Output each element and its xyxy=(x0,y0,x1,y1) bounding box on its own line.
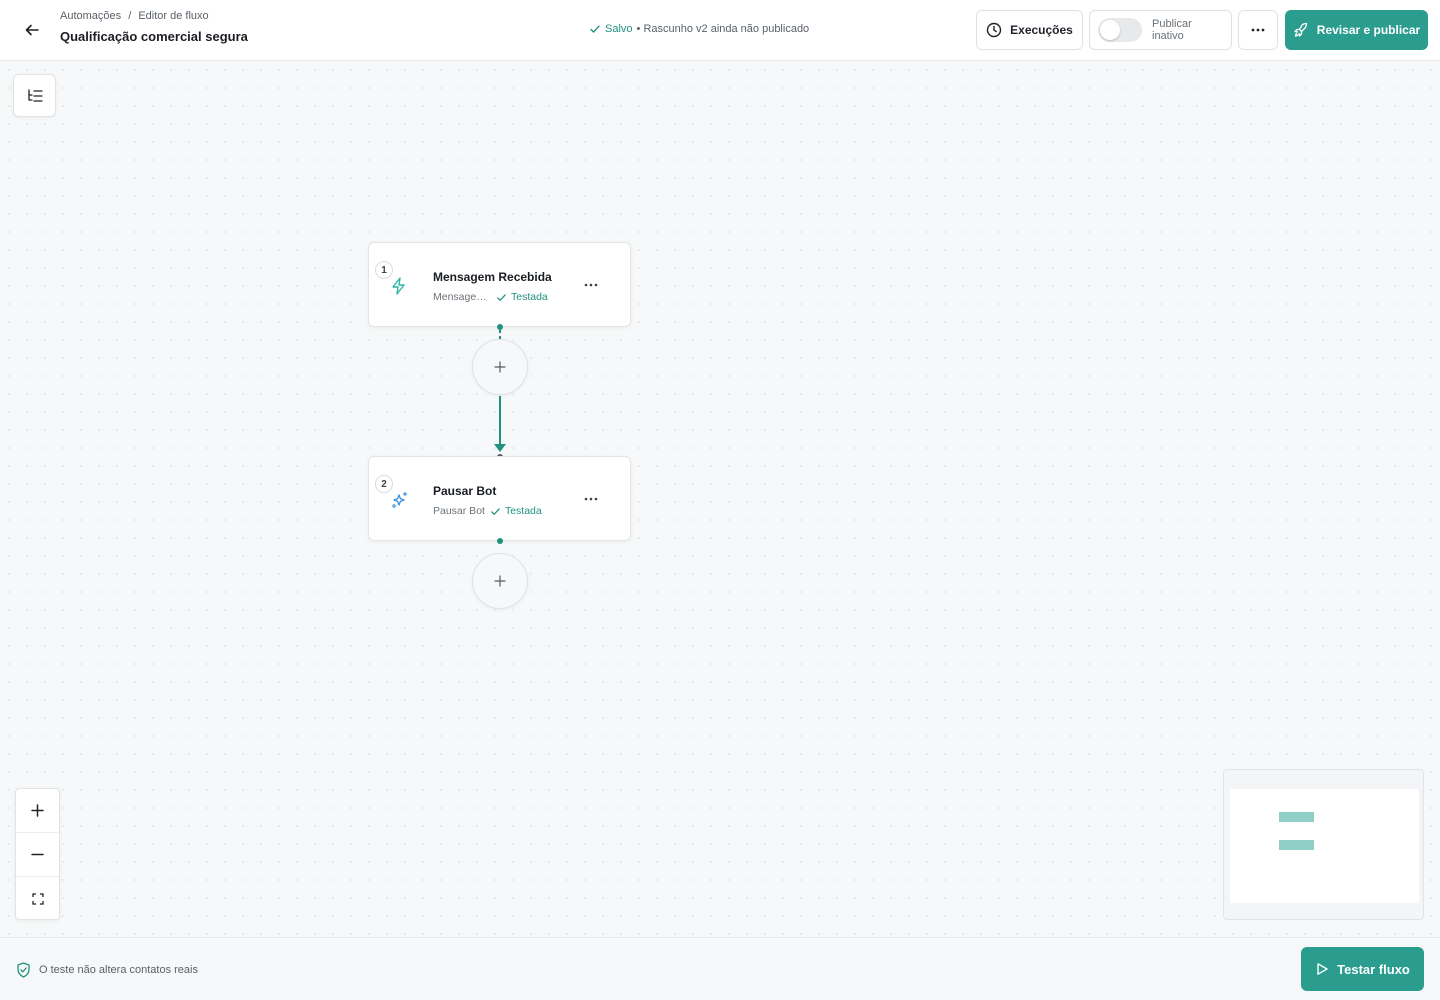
plus-icon xyxy=(31,804,44,817)
play-icon xyxy=(1317,963,1328,975)
add-step-button[interactable] xyxy=(472,553,528,609)
ellipsis-icon xyxy=(584,497,598,501)
edge-arrowhead xyxy=(494,444,506,452)
tested-label: Testada xyxy=(504,505,542,517)
flow-node-trigger[interactable]: 1 Mensagem Recebida Mensagem Recebida Te… xyxy=(368,242,631,327)
node-title: Mensagem Recebida xyxy=(433,270,552,284)
node-subtitle: Pausar Bot xyxy=(433,505,485,517)
zoom-in-button[interactable] xyxy=(16,789,59,833)
node-subtitle: Mensagem Recebida xyxy=(433,291,491,303)
footer-bar: O teste não altera contatos reais Testar… xyxy=(0,937,1440,1000)
node-menu-button[interactable] xyxy=(581,491,601,507)
zoom-out-button[interactable] xyxy=(16,833,59,877)
node-subtitle-row: Pausar Bot Testada xyxy=(433,505,542,517)
plus-icon xyxy=(494,361,506,373)
node-subtitle-row: Mensagem Recebida Testada xyxy=(433,291,548,303)
node-title: Pausar Bot xyxy=(433,484,497,498)
node-menu-button[interactable] xyxy=(581,277,601,293)
test-safety-label: O teste não altera contatos reais xyxy=(39,964,198,976)
shield-check-icon xyxy=(17,962,30,978)
check-icon xyxy=(491,507,500,515)
minimap[interactable] xyxy=(1223,769,1424,920)
minus-icon xyxy=(31,853,44,856)
plus-icon xyxy=(494,575,506,587)
ellipsis-icon xyxy=(584,283,598,287)
tested-badge: Testada xyxy=(496,291,548,303)
test-flow-label: Testar fluxo xyxy=(1337,961,1410,977)
minimap-node xyxy=(1279,812,1314,822)
tested-badge: Testada xyxy=(490,505,542,517)
minimap-node xyxy=(1279,840,1314,850)
tested-label: Testada xyxy=(511,291,548,303)
sparkles-icon xyxy=(391,491,411,511)
node-2-output-handle[interactable] xyxy=(497,538,503,544)
test-flow-button[interactable]: Testar fluxo xyxy=(1301,947,1424,991)
lightning-icon xyxy=(391,277,411,297)
add-step-button[interactable] xyxy=(472,339,528,395)
test-safety-note: O teste não altera contatos reais xyxy=(16,962,198,978)
minimap-viewport xyxy=(1230,789,1419,903)
node-1-output-handle[interactable] xyxy=(497,324,503,330)
fit-view-button[interactable] xyxy=(16,877,59,921)
fullscreen-icon xyxy=(31,893,44,905)
zoom-controls xyxy=(15,788,60,920)
check-icon xyxy=(497,293,506,301)
flow-node-pause-bot[interactable]: 2 Pausar Bot Pausar Bot Testada xyxy=(368,456,631,541)
